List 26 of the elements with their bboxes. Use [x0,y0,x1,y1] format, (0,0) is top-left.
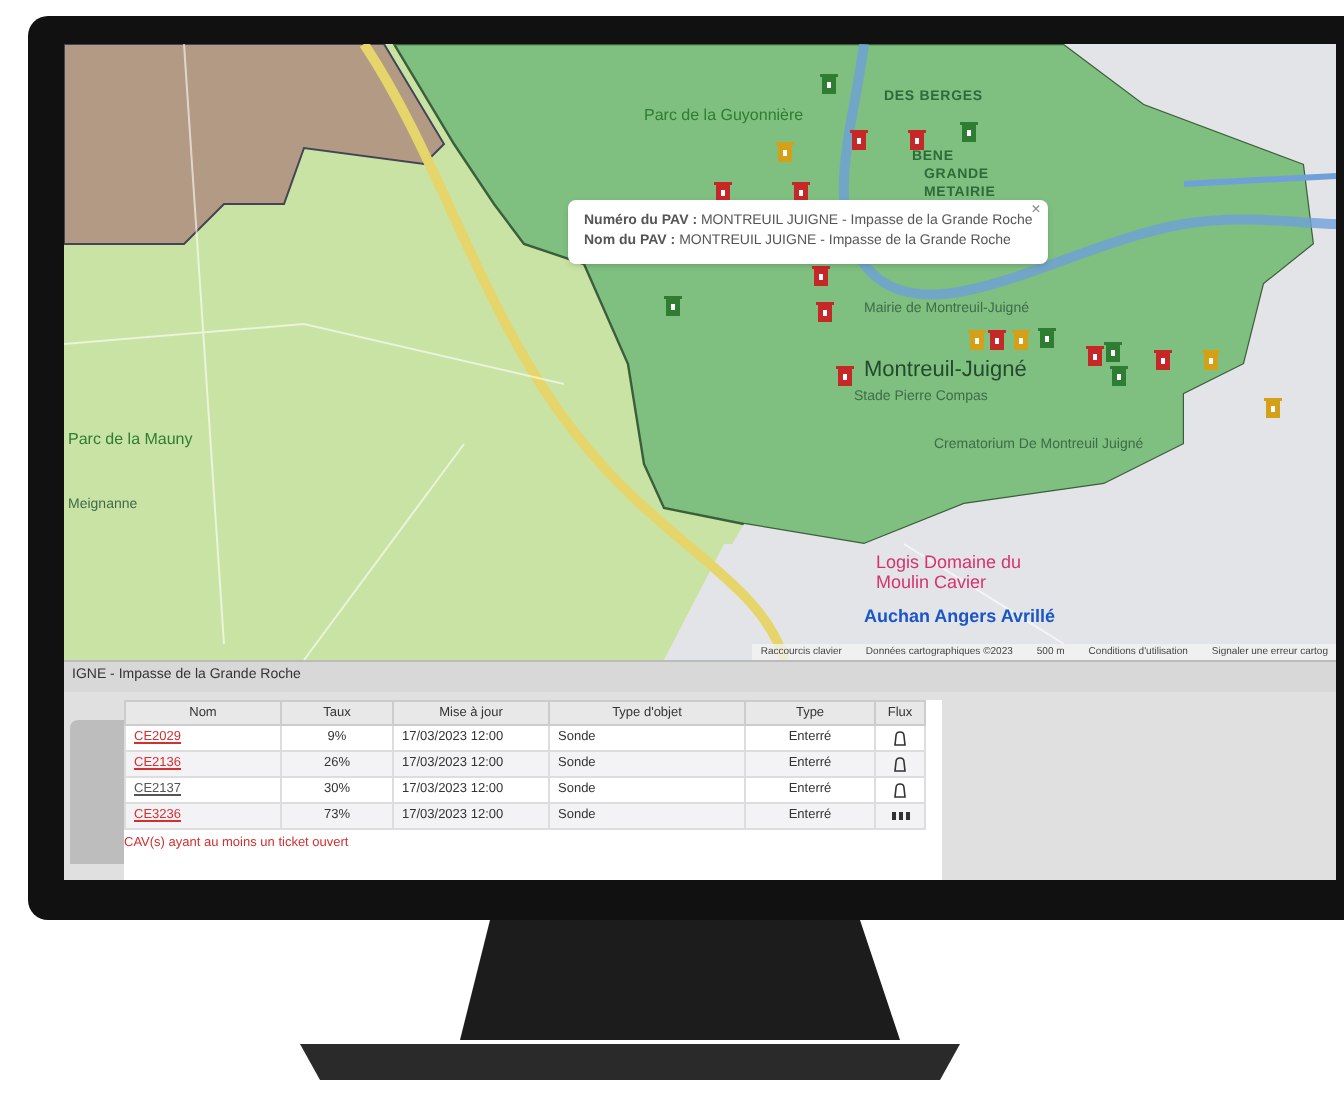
map-label: Parc de la Guyonnière [644,104,804,128]
bin-marker-icon[interactable] [1202,348,1220,372]
bin-marker-icon[interactable] [664,294,682,318]
bin-marker-icon[interactable] [1038,326,1056,350]
bin-marker-icon[interactable] [988,328,1006,352]
bin-marker-icon[interactable] [812,264,830,288]
bin-marker-icon[interactable] [850,128,868,152]
bin-marker-icon[interactable] [836,364,854,388]
bin-marker-icon[interactable] [1110,364,1128,388]
bin-marker-icon[interactable] [1086,344,1104,368]
map-label: Parc de la Mauny [68,428,193,452]
bars-icon [891,812,909,820]
bin-marker-icon[interactable] [816,300,834,324]
bin-marker-icon[interactable] [1012,328,1030,352]
bin-marker-icon[interactable] [820,72,838,96]
bin-marker-icon[interactable] [1104,340,1122,364]
bin-marker-icon[interactable] [968,328,986,352]
bin-marker-icon[interactable] [908,128,926,152]
map-label: Logis Domaine du Moulin Cavier [876,552,1024,592]
close-button[interactable]: × [1031,200,1041,220]
bin-marker-icon[interactable] [960,120,978,144]
bin-marker-icon[interactable] [1264,396,1282,420]
map-label: Auchan Angers Avrillé [864,604,1056,630]
bin-marker-icon[interactable] [1154,348,1172,372]
bin-marker-icon[interactable] [776,140,794,164]
map-label: Montreuil-Juigné [864,356,1027,386]
